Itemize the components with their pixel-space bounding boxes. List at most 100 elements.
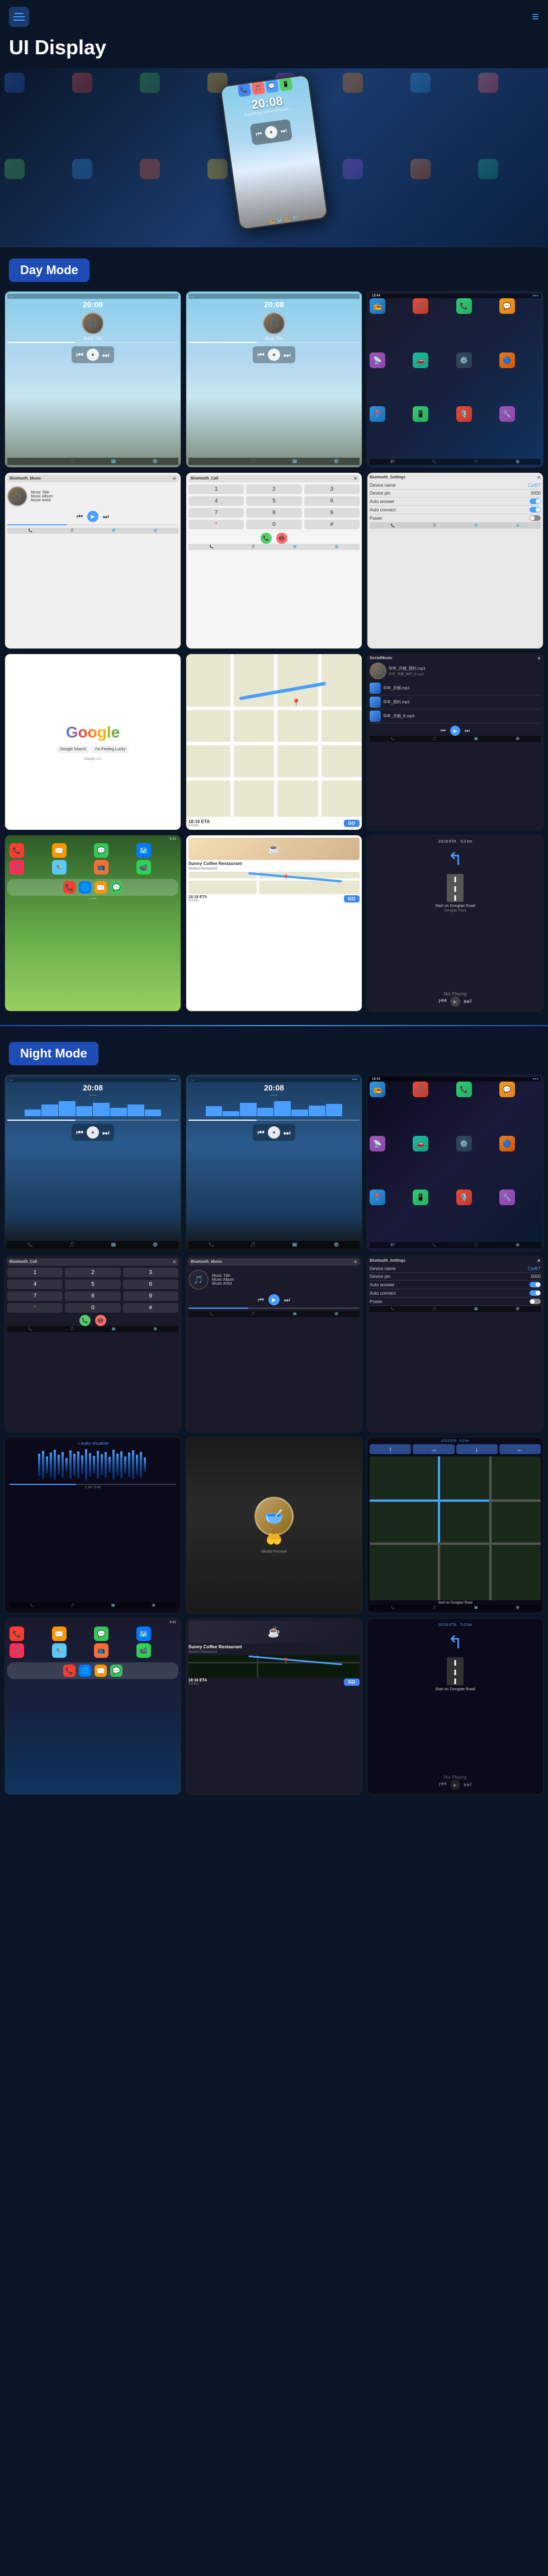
app-icon[interactable]: 📱: [413, 406, 428, 422]
app-icon[interactable]: 🔵: [499, 352, 515, 368]
hero-play-button[interactable]: ⏸: [264, 125, 278, 139]
night-app-icon[interactable]: 📱: [413, 1190, 428, 1205]
night-app-icon[interactable]: 🎙️: [456, 1190, 472, 1205]
music-list-item[interactable]: 华年_开朗_B.mp3: [370, 709, 541, 723]
nav-arrow-up[interactable]: ↑: [370, 1444, 411, 1454]
night-app-icon[interactable]: ⚙️: [456, 1136, 472, 1151]
facetime-icon[interactable]: 📹: [136, 860, 151, 875]
night-hangup-btn[interactable]: 📵: [95, 1315, 106, 1326]
app-icon[interactable]: 🔧: [499, 406, 515, 422]
night-num-star[interactable]: *: [7, 1303, 63, 1313]
night-dock-safari[interactable]: 🌐: [79, 1665, 91, 1677]
app-icon[interactable]: 📍: [370, 406, 385, 422]
auto-answer-toggle[interactable]: [530, 499, 541, 504]
bt-play-btn[interactable]: ▶: [87, 511, 98, 522]
dock-mail[interactable]: ✉️: [95, 881, 107, 894]
num-7[interactable]: 7: [188, 508, 244, 518]
night-messages-icon[interactable]: 💬: [94, 1627, 108, 1641]
phone-icon[interactable]: 📞: [10, 843, 24, 858]
night-app-icon[interactable]: 📻: [370, 1082, 385, 1097]
night-num-5[interactable]: 5: [65, 1280, 120, 1289]
night-music-icon[interactable]: 🎵: [10, 1643, 24, 1658]
app-icon[interactable]: 📻: [370, 298, 385, 314]
night-num-3[interactable]: 3: [123, 1268, 178, 1277]
num-1[interactable]: 1: [188, 485, 244, 494]
dock-messages[interactable]: 💬: [110, 881, 122, 894]
night-app-icon[interactable]: 🚗: [413, 1136, 428, 1151]
num-5[interactable]: 5: [246, 496, 301, 506]
night-num-6[interactable]: 6: [123, 1280, 178, 1289]
night-app-icon[interactable]: 📍: [370, 1190, 385, 1205]
app-icon[interactable]: 💬: [499, 298, 515, 314]
night-app-icon[interactable]: 📡: [370, 1136, 385, 1151]
night-app-icon[interactable]: 💬: [499, 1082, 515, 1097]
nav-arrow-down[interactable]: ↓: [456, 1444, 498, 1454]
night-auto-connect-toggle[interactable]: [530, 1290, 541, 1296]
music-icon[interactable]: 🎵: [10, 860, 24, 875]
num-9[interactable]: 9: [304, 508, 360, 518]
nav-icon[interactable]: ≡: [532, 10, 539, 24]
app-icon[interactable]: 🚗: [413, 352, 428, 368]
night-mail-icon[interactable]: ✉️: [52, 1627, 67, 1641]
nav-arrow-right[interactable]: →: [413, 1444, 454, 1454]
tv-icon[interactable]: 📺: [94, 860, 108, 875]
night-app-icon[interactable]: 🔵: [499, 1136, 515, 1151]
app-icon[interactable]: 🎙️: [456, 406, 472, 422]
num-3[interactable]: 3: [304, 485, 360, 494]
auto-connect-toggle[interactable]: [530, 507, 541, 513]
night-dock-messages[interactable]: 💬: [110, 1665, 122, 1677]
music-list-item[interactable]: 华年_开朗.mp3: [370, 681, 541, 695]
social-play[interactable]: ▶: [450, 726, 460, 736]
maps-icon[interactable]: 🗺️: [136, 843, 151, 858]
night-play-1[interactable]: ⏸: [87, 1126, 99, 1139]
google-lucky-btn[interactable]: I'm Feeling Lucky: [92, 746, 129, 753]
app-icon[interactable]: 📞: [456, 298, 472, 314]
restaurant-go-btn[interactable]: GO: [344, 895, 360, 902]
music-list-item[interactable]: 华年_预约.mp3: [370, 695, 541, 709]
night-podcasts-icon[interactable]: 🎙️: [52, 1643, 67, 1658]
app-icon[interactable]: 📡: [370, 352, 385, 368]
dock-phone[interactable]: 📞: [63, 881, 75, 894]
night-app-icon[interactable]: 🎵: [413, 1082, 428, 1097]
night-facetime-icon[interactable]: 📹: [136, 1643, 151, 1658]
night-num-8[interactable]: 8: [65, 1291, 120, 1301]
num-0[interactable]: 0: [246, 520, 301, 529]
night-num-hash[interactable]: #: [123, 1303, 178, 1313]
power-toggle[interactable]: [530, 515, 541, 521]
night-num-9[interactable]: 9: [123, 1291, 178, 1301]
menu-icon[interactable]: [9, 7, 29, 27]
hang-up-btn[interactable]: 📵: [276, 533, 287, 544]
night-go-btn[interactable]: GO: [344, 1679, 360, 1686]
next-btn-1[interactable]: ⏭: [102, 350, 110, 360]
num-2[interactable]: 2: [246, 485, 301, 494]
night-auto-answer-toggle[interactable]: [530, 1282, 541, 1287]
nav-arrow-left[interactable]: ←: [499, 1444, 541, 1454]
night-call-btn[interactable]: 📞: [79, 1315, 91, 1326]
night-tv-icon[interactable]: 📺: [94, 1643, 108, 1658]
night-maps-icon[interactable]: 🗺️: [136, 1627, 151, 1641]
call-btn[interactable]: 📞: [261, 533, 272, 544]
play-btn-1[interactable]: ⏸: [87, 349, 99, 361]
night-app-icon[interactable]: 🔧: [499, 1190, 515, 1205]
num-8[interactable]: 8: [246, 508, 301, 518]
app-icon[interactable]: ⚙️: [456, 352, 472, 368]
night-num-4[interactable]: 4: [7, 1280, 63, 1289]
prev-btn-1[interactable]: ⏮: [76, 350, 83, 360]
podcasts-icon[interactable]: 🎙️: [52, 860, 67, 875]
night-num-7[interactable]: 7: [7, 1291, 63, 1301]
mail-icon[interactable]: ✉️: [52, 843, 67, 858]
night-num-0[interactable]: 0: [65, 1303, 120, 1313]
dock-safari[interactable]: 🌐: [79, 881, 91, 894]
night-num-2[interactable]: 2: [65, 1268, 120, 1277]
google-search-btn[interactable]: Google Search: [57, 746, 90, 753]
messages-icon[interactable]: 💬: [94, 843, 108, 858]
night-bt-play[interactable]: ▶: [268, 1294, 280, 1305]
map-go-btn[interactable]: GO: [344, 820, 360, 827]
night-phone-icon[interactable]: 📞: [10, 1627, 24, 1641]
night-dock-phone[interactable]: 📞: [63, 1665, 75, 1677]
num-hash[interactable]: #: [304, 520, 360, 529]
num-star[interactable]: *: [188, 520, 244, 529]
night-num-1[interactable]: 1: [7, 1268, 63, 1277]
app-icon[interactable]: 🎵: [413, 298, 428, 314]
night-power-toggle[interactable]: [530, 1299, 541, 1304]
